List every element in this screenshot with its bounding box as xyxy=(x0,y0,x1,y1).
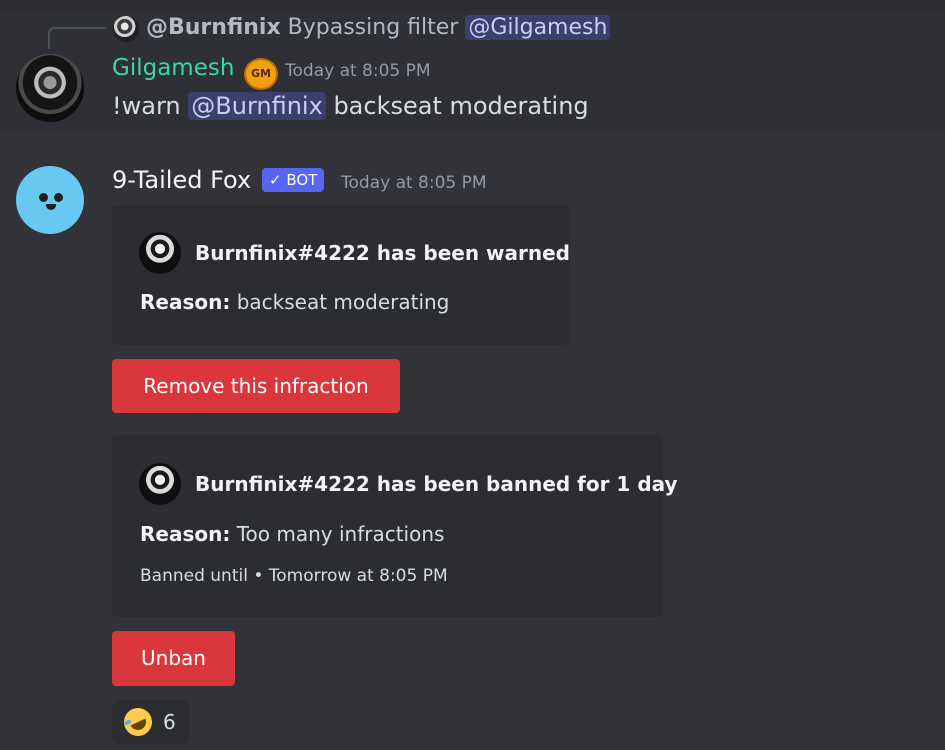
reason-label: Reason: xyxy=(140,522,231,546)
ban-embed: Burnfinix#4222 has been banned for 1 day… xyxy=(112,435,678,617)
avatar-eye xyxy=(39,193,48,202)
embed-reason: Reason: backseat moderating xyxy=(140,290,449,314)
command-text: !warn xyxy=(112,92,181,120)
remove-infraction-button[interactable]: Remove this infraction xyxy=(112,359,400,413)
reply-avatar[interactable] xyxy=(113,16,139,42)
unban-button[interactable]: Unban xyxy=(112,631,235,686)
reaction-count: 6 xyxy=(163,710,176,734)
previous-message-edge xyxy=(0,0,945,10)
bot-tag: ✓ BOT xyxy=(262,168,325,192)
reason-value: Too many infractions xyxy=(236,522,445,546)
reaction[interactable]: 6 xyxy=(112,700,189,744)
avatar-eye xyxy=(54,193,63,202)
embed-author-avatar xyxy=(139,232,181,274)
rolling-on-floor-laughing-icon xyxy=(119,703,157,741)
bot-name[interactable]: 9-Tailed Fox xyxy=(112,166,251,194)
warn-embed: Burnfinix#4222 has been warned Reason: b… xyxy=(112,205,570,345)
reason-label: Reason: xyxy=(140,290,231,314)
user-mention[interactable]: @Burnfinix xyxy=(188,92,326,120)
reason-value: backseat moderating xyxy=(236,290,450,314)
message-text: backseat moderating xyxy=(333,92,589,120)
gm-badge-icon: GM xyxy=(244,58,278,90)
reply-content: Bypassing filter xyxy=(287,15,459,40)
reply-preview[interactable]: @Burnfinix Bypassing filter @Gilgamesh xyxy=(146,15,611,40)
author-name[interactable]: Gilgamesh xyxy=(112,55,234,81)
message-gilgamesh: @Burnfinix Bypassing filter @Gilgamesh G… xyxy=(0,0,945,130)
message-content: !warn @Burnfinix backseat moderating xyxy=(112,92,589,120)
embed-title: Burnfinix#4222 has been warned xyxy=(195,241,570,265)
embed-title: Burnfinix#4222 has been banned for 1 day xyxy=(195,472,678,496)
bot-avatar[interactable] xyxy=(16,166,84,234)
timestamp: Today at 8:05 PM xyxy=(285,61,431,81)
avatar[interactable] xyxy=(16,54,84,122)
avatar-mouth xyxy=(46,204,56,210)
reply-mention[interactable]: @Gilgamesh xyxy=(465,15,611,40)
embed-reason: Reason: Too many infractions xyxy=(140,522,444,546)
embed-footer: Banned until • Tomorrow at 8:05 PM xyxy=(140,566,448,586)
reply-author[interactable]: @Burnfinix xyxy=(146,15,281,40)
timestamp: Today at 8:05 PM xyxy=(341,173,487,193)
embed-author-avatar xyxy=(139,463,181,505)
reply-connector xyxy=(48,27,106,49)
